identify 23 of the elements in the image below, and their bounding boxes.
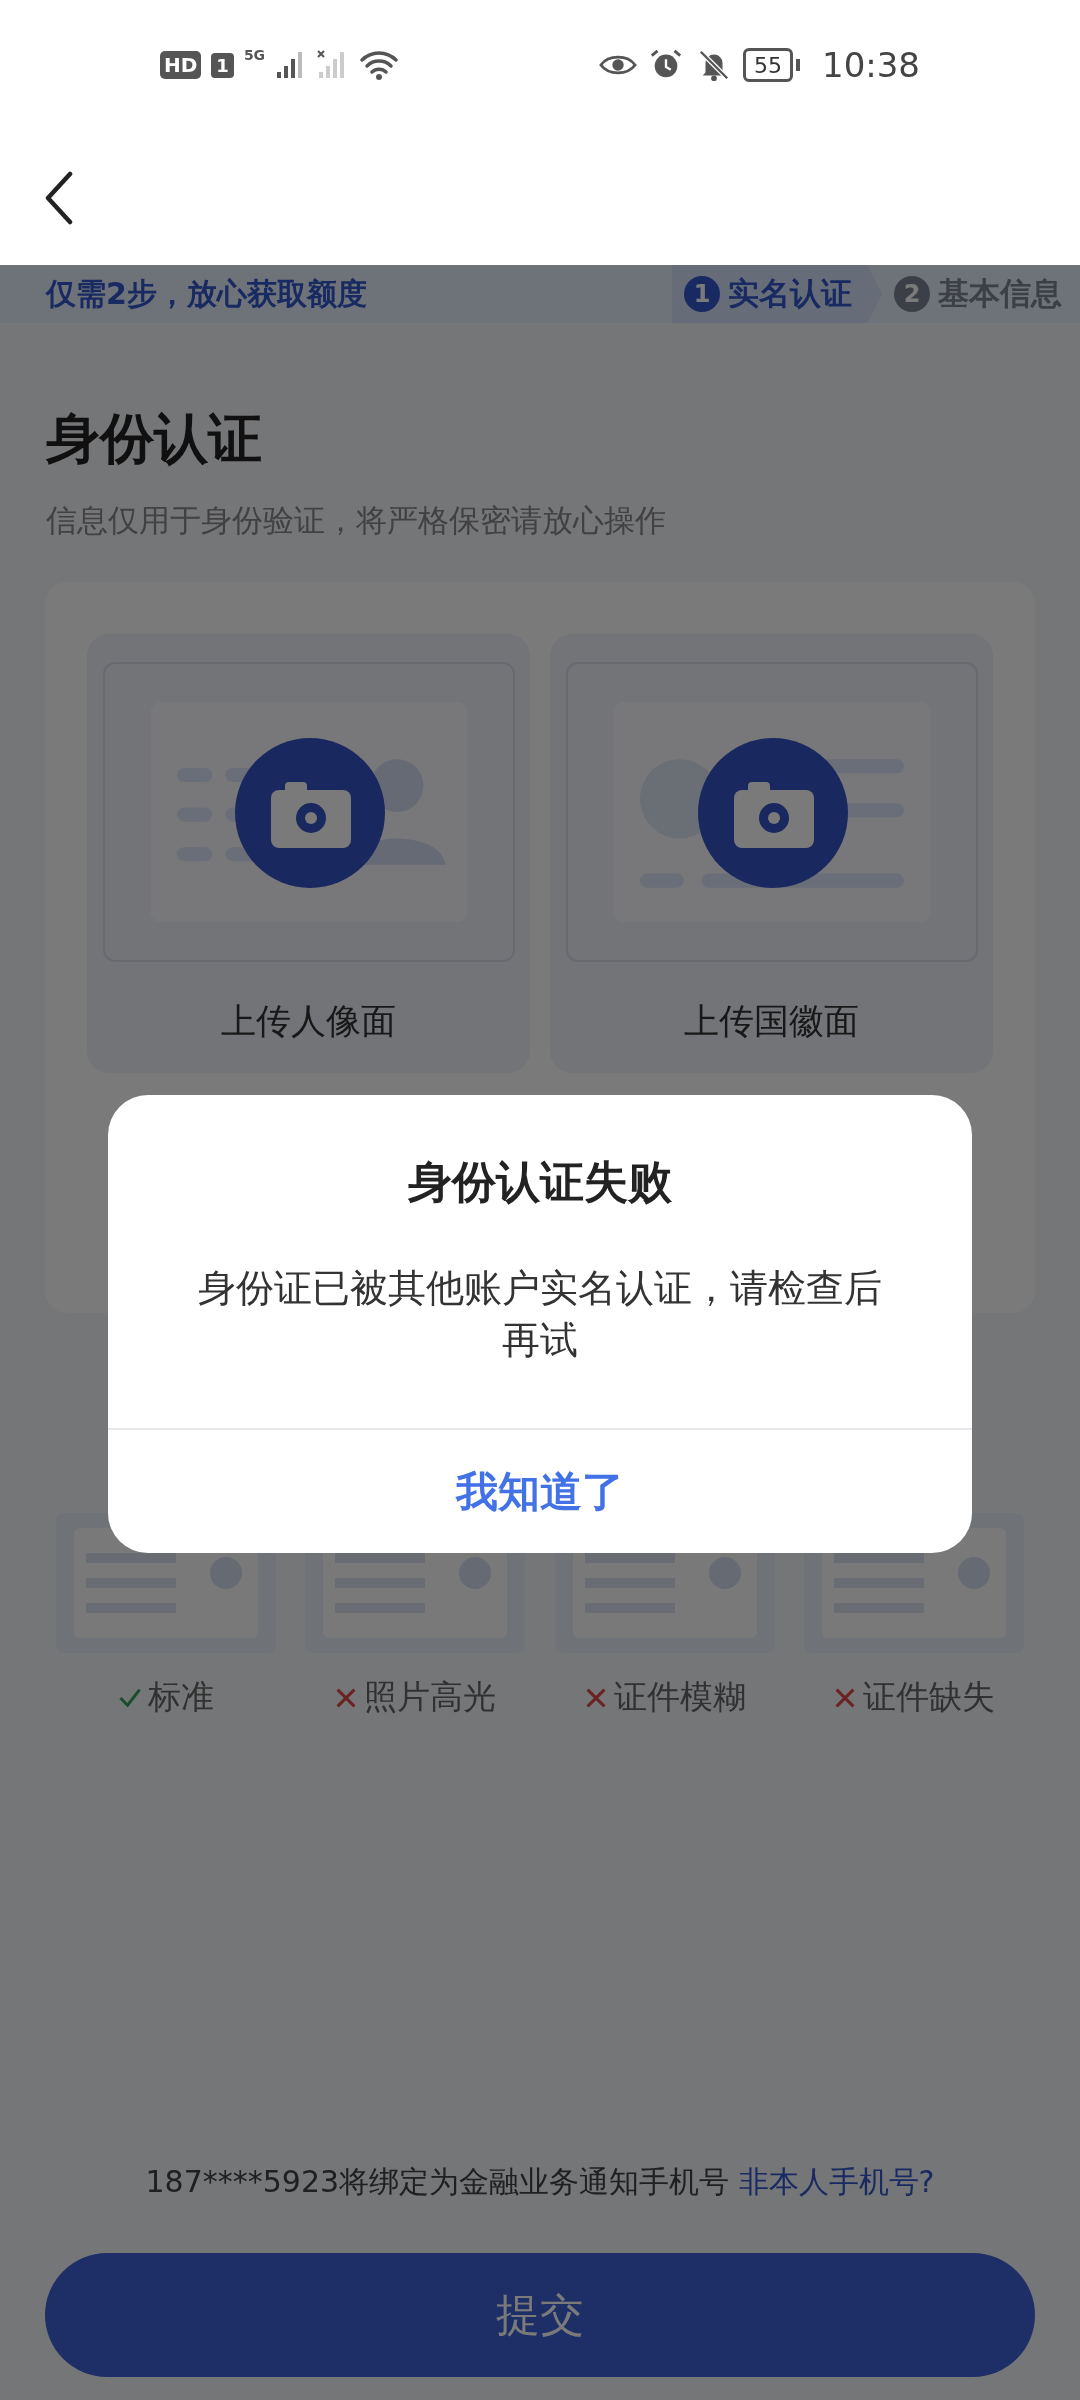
upload-tile[interactable]: 上传人像面	[87, 634, 530, 1073]
not-my-phone-link[interactable]: 非本人手机号?	[738, 2164, 935, 2199]
sample-label: 证件缺失	[863, 1676, 996, 1718]
sample-label: 照片高光	[364, 1676, 497, 1718]
back-icon[interactable]	[44, 170, 74, 225]
sample-label: 标准	[147, 1676, 214, 1718]
step-indicator: 1 实名认证	[672, 265, 882, 323]
acknowledge-button[interactable]: 我知道了	[108, 1428, 972, 1553]
sim-badge: 1	[211, 52, 234, 78]
dialog-message: 身份证已被其他账户实名认证，请检查后再试	[197, 1265, 883, 1364]
hd-badge: HD	[160, 51, 202, 79]
submit-button[interactable]: 提交	[45, 2253, 1035, 2377]
phone-notice: 187****5923将绑定为金融业务通知手机号 非本人手机号?	[144, 2163, 936, 2201]
camera-icon[interactable]	[234, 738, 385, 888]
clock-time: 10:38	[822, 45, 920, 85]
dialog-title: 身份认证失败	[408, 1155, 672, 1209]
camera-icon[interactable]	[697, 738, 848, 888]
wifi-icon	[359, 49, 400, 81]
upload-tile[interactable]: 上传国徽面	[550, 634, 993, 1073]
step-tagline: 仅需2步，放心获取额度	[46, 274, 367, 313]
sample-label: 证件模糊	[613, 1676, 746, 1718]
network-label: 5G	[243, 47, 266, 63]
page-title: 身份认证	[46, 406, 263, 472]
